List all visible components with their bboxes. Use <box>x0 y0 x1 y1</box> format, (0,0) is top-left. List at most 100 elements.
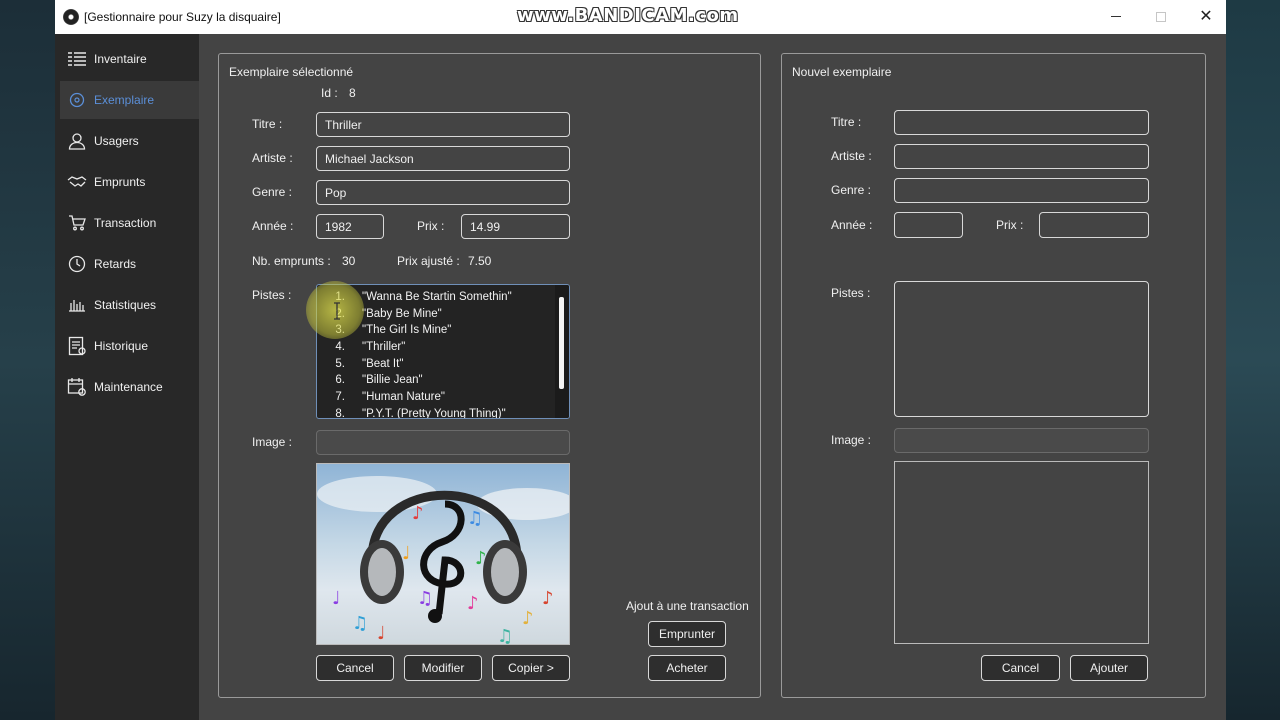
sidebar-item-label: Inventaire <box>94 52 147 66</box>
selected-panel-title: Exemplaire sélectionné <box>229 65 354 79</box>
user-icon <box>65 132 89 150</box>
new-cancel-button[interactable]: Cancel <box>981 655 1060 681</box>
titre-label: Titre : <box>252 117 283 131</box>
sidebar-item-label: Emprunts <box>94 175 146 189</box>
new-tracks-field[interactable] <box>894 281 1149 417</box>
sidebar-item-label: Maintenance <box>94 380 163 394</box>
new-titre-field[interactable] <box>894 110 1149 135</box>
handshake-icon <box>65 175 89 189</box>
minimize-icon <box>1111 16 1121 18</box>
borrow-button[interactable]: Emprunter <box>648 621 726 647</box>
new-panel-title: Nouvel exemplaire <box>792 65 892 79</box>
svg-text:♪: ♪ <box>412 503 424 524</box>
buy-button[interactable]: Acheter <box>648 655 726 681</box>
list-item[interactable]: 8. "P.Y.T. (Pretty Young Thing)" <box>317 408 569 418</box>
clock-icon <box>65 255 89 273</box>
sidebar-item-emprunts[interactable]: Emprunts <box>60 163 199 201</box>
text-cursor-icon <box>334 302 340 320</box>
disc-icon <box>65 92 89 108</box>
sidebar: Inventaire Exemplaire Usagers Emprunts T… <box>55 34 199 720</box>
title-bar: [Gestionnaire pour Suzy la disquaire] ww… <box>55 0 1226 34</box>
app-window: [Gestionnaire pour Suzy la disquaire] ww… <box>55 0 1226 720</box>
new-pistes-label: Pistes : <box>831 286 871 300</box>
svg-text:♪: ♪ <box>522 608 534 629</box>
sidebar-item-maintenance[interactable]: Maintenance <box>60 368 199 406</box>
list-item[interactable]: 6. "Billie Jean" <box>317 374 569 391</box>
add-button[interactable]: Ajouter <box>1070 655 1148 681</box>
album-cover-image: ♪ ♫ ♩ ♪ ♫ ♪ ♫ ♪ ♩ ♫ ♪ ♩ <box>316 463 570 645</box>
bar-chart-icon <box>65 298 89 312</box>
sidebar-item-retards[interactable]: Retards <box>60 245 199 283</box>
image-label: Image : <box>252 435 293 449</box>
svg-text:♩: ♩ <box>332 588 341 609</box>
sidebar-item-label: Usagers <box>94 134 139 148</box>
annee-field[interactable] <box>316 214 384 239</box>
prix-ajuste-label: Prix ajusté : <box>397 254 460 268</box>
new-annee-field[interactable] <box>894 212 963 238</box>
new-prix-label: Prix : <box>996 218 1024 232</box>
minimize-button[interactable] <box>1106 8 1126 26</box>
new-artiste-field[interactable] <box>894 144 1149 169</box>
new-prix-field[interactable] <box>1039 212 1149 238</box>
desktop-background-right <box>1226 0 1280 720</box>
list-item[interactable]: 4. "Thriller" <box>317 341 569 358</box>
artiste-label: Artiste : <box>252 151 293 165</box>
new-genre-label: Genre : <box>831 183 872 197</box>
sidebar-item-exemplaire[interactable]: Exemplaire <box>60 81 199 119</box>
modify-button[interactable]: Modifier <box>404 655 482 681</box>
list-item[interactable]: 7. "Human Nature" <box>317 391 569 408</box>
new-titre-label: Titre : <box>831 115 862 129</box>
vinyl-app-icon <box>63 9 79 25</box>
sidebar-item-inventaire[interactable]: Inventaire <box>60 40 199 78</box>
svg-text:♩: ♩ <box>377 623 386 644</box>
sidebar-item-statistiques[interactable]: Statistiques <box>60 286 199 324</box>
prix-field[interactable] <box>461 214 570 239</box>
sidebar-item-label: Retards <box>94 257 137 271</box>
new-image-path-field[interactable] <box>894 428 1149 453</box>
id-label: Id : <box>321 86 338 100</box>
sidebar-item-transaction[interactable]: Transaction <box>60 204 199 242</box>
list-item[interactable]: 5. "Beat It" <box>317 358 569 375</box>
desktop-background-left <box>0 0 55 720</box>
cancel-button[interactable]: Cancel <box>316 655 394 681</box>
list-icon <box>65 51 89 67</box>
cart-icon <box>65 215 89 231</box>
svg-text:♫: ♫ <box>497 626 513 645</box>
maximize-button[interactable] <box>1151 8 1171 26</box>
sidebar-item-historique[interactable]: Historique <box>60 327 199 365</box>
prix-ajuste-value: 7.50 <box>468 254 492 268</box>
svg-text:♫: ♫ <box>417 588 433 609</box>
new-genre-field[interactable] <box>894 178 1149 203</box>
new-image-label: Image : <box>831 433 872 447</box>
history-icon <box>65 336 89 356</box>
svg-text:♫: ♫ <box>467 508 483 529</box>
sidebar-item-label: Statistiques <box>94 298 157 312</box>
annee-label: Année : <box>252 219 294 233</box>
image-path-field[interactable] <box>316 430 570 455</box>
close-button[interactable]: ✕ <box>1196 8 1216 26</box>
sidebar-item-label: Exemplaire <box>94 93 155 107</box>
calendar-gear-icon <box>65 377 89 397</box>
svg-text:♪: ♪ <box>475 548 487 569</box>
new-artiste-label: Artiste : <box>831 149 872 163</box>
genre-field[interactable] <box>316 180 570 205</box>
headphones-music-notes-illustration: ♪ ♫ ♩ ♪ ♫ ♪ ♫ ♪ ♩ ♫ ♪ ♩ <box>317 476 569 645</box>
emprunts-value: 30 <box>342 254 356 268</box>
sidebar-item-usagers[interactable]: Usagers <box>60 122 199 160</box>
recording-watermark: www.BANDICAM.com <box>517 5 739 26</box>
artiste-field[interactable] <box>316 146 570 171</box>
copy-button[interactable]: Copier > <box>492 655 570 681</box>
sidebar-item-label: Transaction <box>94 216 157 230</box>
new-image-preview <box>894 461 1149 644</box>
titre-field[interactable] <box>316 112 570 137</box>
tracks-scroll-thumb[interactable] <box>559 297 564 389</box>
emprunts-label: Nb. emprunts : <box>252 254 331 268</box>
sidebar-item-label: Historique <box>94 339 149 353</box>
close-icon: ✕ <box>1199 8 1213 25</box>
svg-text:♫: ♫ <box>352 613 368 634</box>
pistes-label: Pistes : <box>252 288 292 302</box>
id-value: 8 <box>349 86 356 100</box>
svg-text:♪: ♪ <box>467 593 479 614</box>
transaction-title: Ajout à une transaction <box>626 599 749 613</box>
genre-label: Genre : <box>252 185 293 199</box>
